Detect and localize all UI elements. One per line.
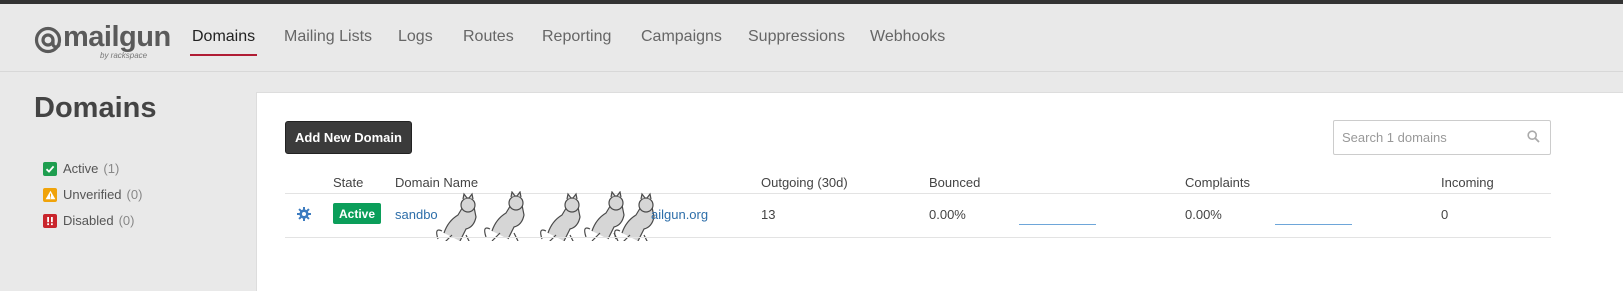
- bounced-sparkline: [1019, 224, 1096, 225]
- brand-subtitle: by rackspace: [100, 51, 148, 60]
- column-header-complaints[interactable]: Complaints: [1185, 175, 1250, 190]
- nav-logs[interactable]: Logs: [398, 28, 433, 58]
- mailgun-logo[interactable]: mailgun by rackspace: [34, 21, 174, 64]
- gear-icon[interactable]: [297, 207, 311, 221]
- nav-campaigns[interactable]: Campaigns: [641, 28, 722, 58]
- column-header-incoming[interactable]: Incoming: [1441, 175, 1494, 190]
- nav-reporting[interactable]: Reporting: [542, 28, 611, 58]
- complaints-value: 0.00%: [1185, 207, 1222, 222]
- nav-mailing-lists[interactable]: Mailing Lists: [284, 28, 372, 58]
- search-input[interactable]: [1334, 121, 1524, 154]
- filter-count: (1): [103, 161, 120, 176]
- complaints-sparkline: [1275, 224, 1352, 225]
- column-header-outgoing[interactable]: Outgoing (30d): [761, 175, 848, 190]
- filter-count: (0): [126, 187, 143, 202]
- column-header-bounced[interactable]: Bounced: [929, 175, 980, 190]
- at-sign-icon: [34, 26, 62, 54]
- filter-label: Active: [63, 161, 99, 176]
- row-divider: [285, 237, 1551, 238]
- check-icon: [43, 161, 57, 176]
- filter-active[interactable]: Active (1): [43, 161, 119, 176]
- filter-label: Unverified: [63, 187, 122, 202]
- alert-icon: [43, 213, 57, 228]
- filter-unverified[interactable]: Unverified (0): [43, 187, 142, 202]
- domains-panel: Add New Domain State Domain Name Outgoin…: [256, 92, 1623, 291]
- column-header-state[interactable]: State: [333, 175, 363, 190]
- search-box[interactable]: [1333, 120, 1551, 155]
- nav-webhooks[interactable]: Webhooks: [870, 28, 945, 58]
- warning-icon: [43, 187, 57, 202]
- header: mailgun by rackspace Domains Mailing Lis…: [0, 4, 1623, 72]
- brand-name: mailgun: [63, 21, 171, 53]
- page-title: Domains: [34, 92, 157, 124]
- outgoing-value: 13: [761, 207, 776, 222]
- filter-disabled[interactable]: Disabled (0): [43, 213, 134, 228]
- domain-link-end[interactable]: ailgun.org: [651, 207, 708, 222]
- filter-count: (0): [118, 213, 135, 228]
- nav-suppressions[interactable]: Suppressions: [748, 28, 845, 58]
- add-new-domain-button[interactable]: Add New Domain: [285, 121, 412, 154]
- cat-sticker-image: [436, 191, 655, 241]
- nav-domains[interactable]: Domains: [189, 28, 258, 58]
- status-badge: Active: [333, 203, 382, 224]
- incoming-value: 0: [1441, 207, 1449, 222]
- bounced-value: 0.00%: [929, 207, 966, 222]
- column-header-domain-name[interactable]: Domain Name: [395, 175, 478, 190]
- nav-routes[interactable]: Routes: [463, 28, 514, 58]
- filter-label: Disabled: [63, 213, 114, 228]
- search-icon[interactable]: [1527, 130, 1540, 143]
